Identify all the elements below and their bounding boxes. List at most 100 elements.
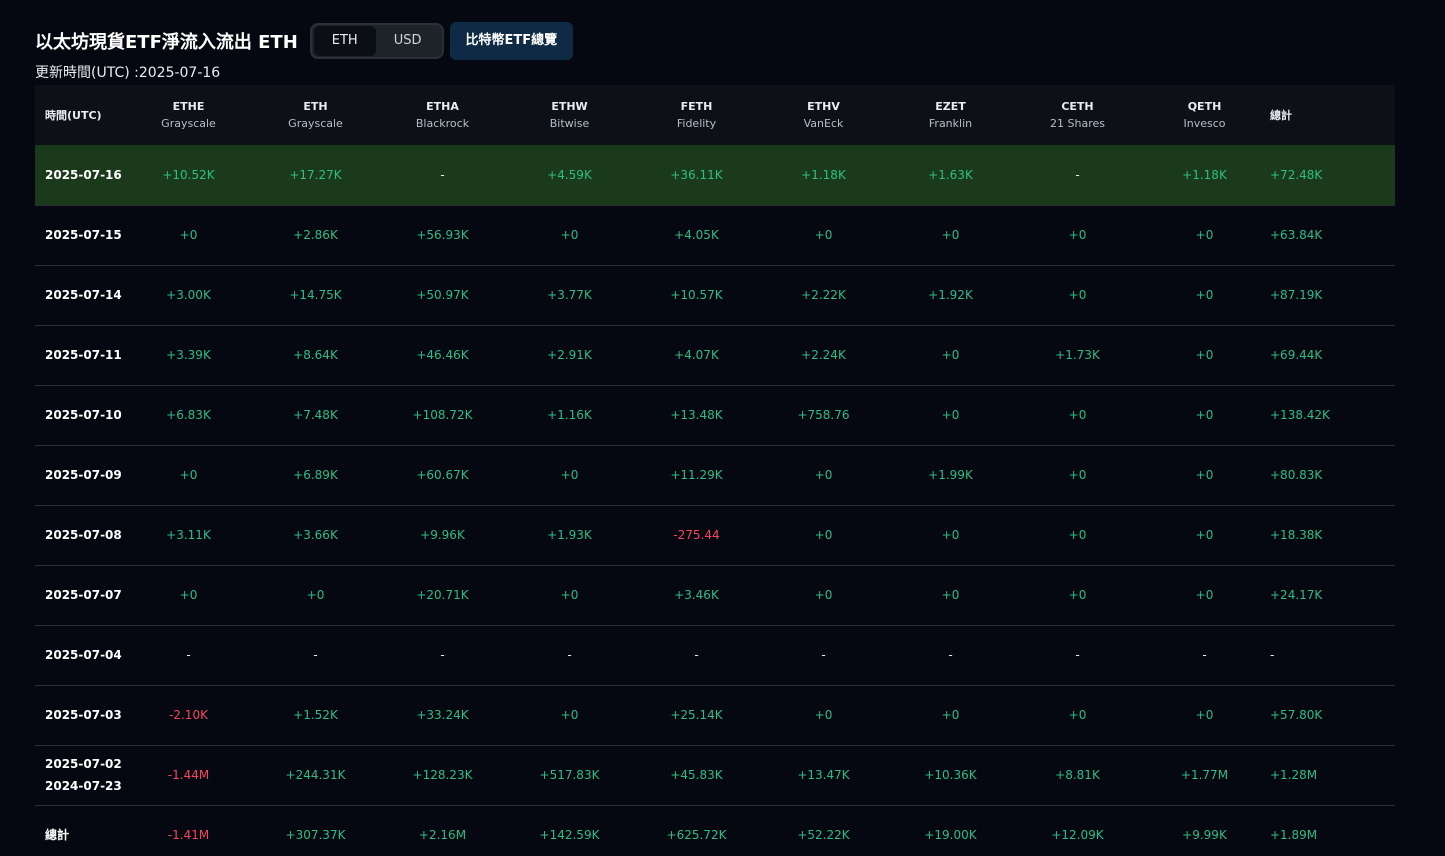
flow-cell: +60.67K xyxy=(416,468,469,482)
flow-cell: +0 xyxy=(941,528,960,542)
flow-cell: +2.22K xyxy=(801,288,846,302)
etf-flow-page: 以太坊現貨ETF淨流入流出 ETH ETH USD 比特幣ETF總覽 更新時間(… xyxy=(0,0,1445,856)
row-date-text: 2025-07-03 xyxy=(45,708,122,722)
flow-cell: -1.41M xyxy=(167,828,210,843)
row-date-text: 2025-07-15 xyxy=(45,228,122,242)
flow-cell: +128.23K xyxy=(412,768,473,782)
table-row: 2025-07-07 +0 +0 +20.71K +0 +3.46K +0 +0 +0 +0 +24… xyxy=(35,565,1395,625)
flow-cell: +56.93K xyxy=(416,228,469,242)
flow-cell: -1.44M xyxy=(167,768,210,782)
flow-cell: +13.47K xyxy=(797,768,850,782)
table-row: 2025-07-16 +10.52K +17.27K - +4.59K +36.11K +1… xyxy=(35,145,1395,205)
etf-issuer: Invesco xyxy=(1183,117,1226,130)
flow-cell: +10.57K xyxy=(670,288,723,302)
page-title: 以太坊現貨ETF淨流入流出 ETH xyxy=(35,32,298,53)
table-row: 2025-07-14 +3.00K +14.75K +50.97K +3.77K +10.… xyxy=(35,265,1395,325)
flow-cell: +0 xyxy=(941,348,960,362)
row-date-text: 2025-07-02 xyxy=(45,757,122,771)
total-column-header: 總計 xyxy=(1270,109,1292,122)
flow-cell: +1.18K xyxy=(1182,167,1227,182)
etf-column-header: ETHV VanEck xyxy=(760,85,887,145)
total-cell: +24.17K xyxy=(1270,588,1323,602)
table-row: 2025-07-11 +3.39K +8.64K +46.46K +2.91K +4.07… xyxy=(35,325,1395,385)
flow-cell: +3.77K xyxy=(547,288,592,302)
etf-issuer: Grayscale xyxy=(161,117,216,130)
etf-ticker: ETHE xyxy=(172,100,205,113)
table-row: 2025-07-10 +6.83K +7.48K +108.72K +1.16K +13.… xyxy=(35,385,1395,445)
table-body: 2025-07-16 +10.52K +17.27K - +4.59K +36.11K +1… xyxy=(35,145,1395,856)
flow-cell: +6.89K xyxy=(293,468,338,482)
etf-flow-table: 時間(UTC) ETHE Grayscale ETH Grayscale ETHA Bla… xyxy=(35,85,1395,856)
flow-cell: +517.83K xyxy=(539,768,600,782)
flow-cell: +0 xyxy=(179,588,198,602)
flow-cell: +9.96K xyxy=(420,528,465,542)
flow-cell: +46.46K xyxy=(416,348,469,362)
table-row: 總計 -1.41M +307.37K +2.16M +142.59K +625.72K +5… xyxy=(35,805,1395,856)
flow-cell: +1.18K xyxy=(801,167,846,182)
flow-cell: +6.83K xyxy=(166,408,211,422)
row-date: 2025-07-02 2024-07-23 xyxy=(35,745,125,805)
flow-cell: - xyxy=(948,648,953,662)
total-cell: +18.38K xyxy=(1270,528,1323,542)
etf-column-header: ETHE Grayscale xyxy=(125,85,252,145)
toggle-eth-button[interactable]: ETH xyxy=(313,26,376,56)
etf-ticker: ETHW xyxy=(551,100,588,113)
flow-cell: +0 xyxy=(1068,408,1087,422)
etf-ticker: QETH xyxy=(1187,100,1222,113)
flow-cell: +3.39K xyxy=(166,348,211,362)
etf-ticker: ETHA xyxy=(426,100,459,113)
flow-cell: +244.31K xyxy=(285,768,346,782)
row-date-text: 2025-07-09 xyxy=(45,468,122,482)
table-row: 2025-07-09 +0 +6.89K +60.67K +0 +11.29K +0 +1.9… xyxy=(35,445,1395,505)
flow-cell: +25.14K xyxy=(670,708,723,722)
flow-cell: +14.75K xyxy=(289,288,342,302)
flow-cell: +9.99K xyxy=(1182,828,1227,843)
flow-cell: +0 xyxy=(1195,528,1214,542)
row-date: 2025-07-07 xyxy=(35,565,125,625)
flow-cell: -275.44 xyxy=(673,528,720,542)
total-cell: +1.89M xyxy=(1270,828,1318,843)
etf-ticker: CETH xyxy=(1061,100,1094,113)
flow-cell: +0 xyxy=(560,228,579,242)
flow-cell: +52.22K xyxy=(797,828,850,843)
total-cell: +63.84K xyxy=(1270,228,1323,242)
row-date-text: 2025-07-16 xyxy=(45,167,122,182)
etf-ticker: EZET xyxy=(935,100,966,113)
btc-etf-overview-button[interactable]: 比特幣ETF總覽 xyxy=(449,22,574,60)
etf-issuer: VanEck xyxy=(803,117,844,130)
etf-column-header: ETH Grayscale xyxy=(252,85,379,145)
etf-issuer: Blackrock xyxy=(415,117,470,130)
row-date: 2025-07-14 xyxy=(35,265,125,325)
flow-cell: - xyxy=(1075,167,1080,182)
flow-cell: +10.36K xyxy=(924,768,977,782)
flow-cell: - xyxy=(694,648,699,662)
etf-issuer: Grayscale xyxy=(288,117,343,130)
flow-cell: - xyxy=(821,648,826,662)
row-date: 2025-07-16 xyxy=(35,145,125,205)
etf-issuer: Franklin xyxy=(928,117,973,130)
flow-cell: - xyxy=(313,648,318,662)
flow-cell: +0 xyxy=(1195,228,1214,242)
flow-cell: +8.81K xyxy=(1055,768,1100,782)
etf-column-header: ETHW Bitwise xyxy=(506,85,633,145)
etf-column-header: EZET Franklin xyxy=(887,85,1014,145)
flow-cell: +19.00K xyxy=(924,828,977,843)
flow-cell: +0 xyxy=(941,708,960,722)
flow-cell: +2.24K xyxy=(801,348,846,362)
flow-cell: +0 xyxy=(941,228,960,242)
unit-toggle: ETH USD xyxy=(309,23,444,59)
flow-cell: +0 xyxy=(1068,288,1087,302)
flow-cell: +307.37K xyxy=(285,828,346,843)
row-date: 2025-07-08 xyxy=(35,505,125,565)
etf-column-header: CETH 21 Shares xyxy=(1014,85,1141,145)
flow-cell: +142.59K xyxy=(539,828,600,843)
flow-cell: +1.93K xyxy=(547,528,592,542)
flow-cell: +4.05K xyxy=(674,228,719,242)
flow-cell: +0 xyxy=(814,708,833,722)
toggle-usd-button[interactable]: USD xyxy=(376,26,440,56)
etf-column-header: QETH Invesco xyxy=(1141,85,1268,145)
etf-column-header: FETH Fidelity xyxy=(633,85,760,145)
etf-ticker: ETH xyxy=(303,100,328,113)
flow-cell: +3.66K xyxy=(293,528,338,542)
flow-cell: +758.76 xyxy=(797,408,850,422)
